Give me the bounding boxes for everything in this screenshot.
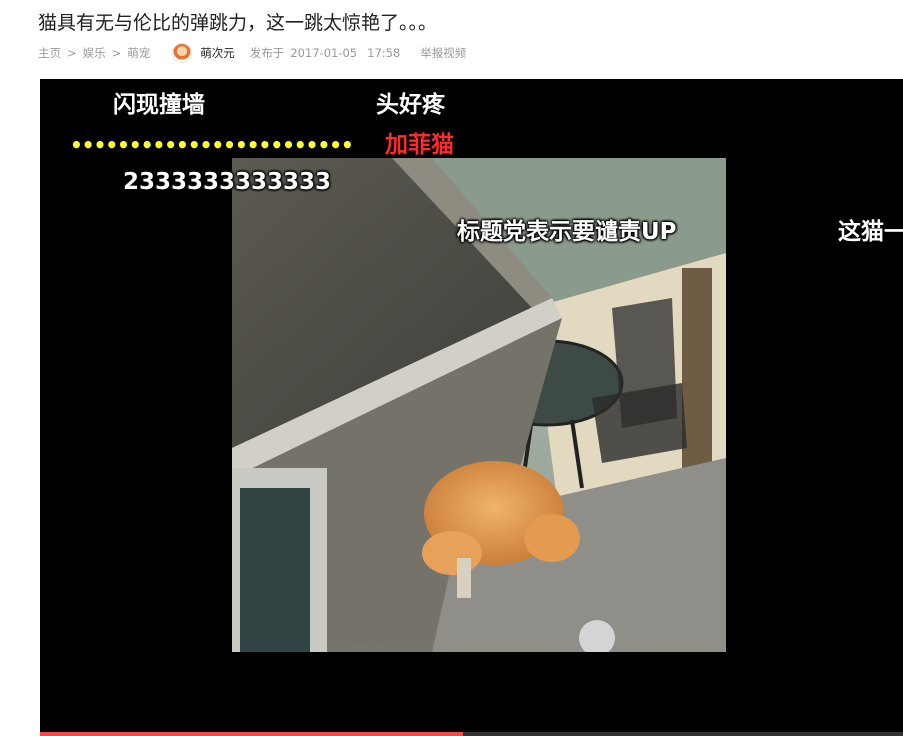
progress-bar-fill <box>40 732 463 736</box>
danmaku-comment: 这猫一 <box>838 219 903 245</box>
breadcrumb-home[interactable]: 主页 <box>38 45 61 61</box>
report-video-link[interactable]: 举报视频 <box>420 45 466 61</box>
breadcrumb-separator: > <box>67 46 77 60</box>
danmaku-comment: 闪现撞墙 <box>113 92 205 118</box>
breadcrumb-pets[interactable]: 萌宠 <box>127 45 150 61</box>
uploader-avatar[interactable] <box>172 43 193 63</box>
danmaku-comment: 头好疼 <box>376 92 445 118</box>
published-label: 发布于 <box>249 46 285 60</box>
progress-bar[interactable] <box>40 732 903 736</box>
uploader-name[interactable]: 萌次元 <box>200 45 235 61</box>
danmaku-comment: •••••••••••••••••••••••• <box>70 133 354 157</box>
video-title: 猫具有无与伦比的弹跳力，这一跳太惊艳了。。。 <box>38 12 438 34</box>
breadcrumb-separator: > <box>111 46 122 60</box>
danmaku-comment: 标题党表示要谴责UP <box>457 219 677 245</box>
danmaku-comment: 加菲猫 <box>385 132 454 158</box>
publish-time: 17:58 <box>367 46 401 60</box>
video-meta: 主页 > 娱乐 > 萌宠 萌次元 发布于 2017-01-05 17:58 举报… <box>38 43 466 63</box>
breadcrumb-entertainment[interactable]: 娱乐 <box>83 45 106 61</box>
publish-date: 2017-01-05 <box>290 46 358 60</box>
video-player[interactable]: 闪现撞墙 头好疼 加菲猫 •••••••••••••••••••••••• 23… <box>40 79 903 736</box>
danmaku-comment: 2333333333333 <box>123 169 332 195</box>
